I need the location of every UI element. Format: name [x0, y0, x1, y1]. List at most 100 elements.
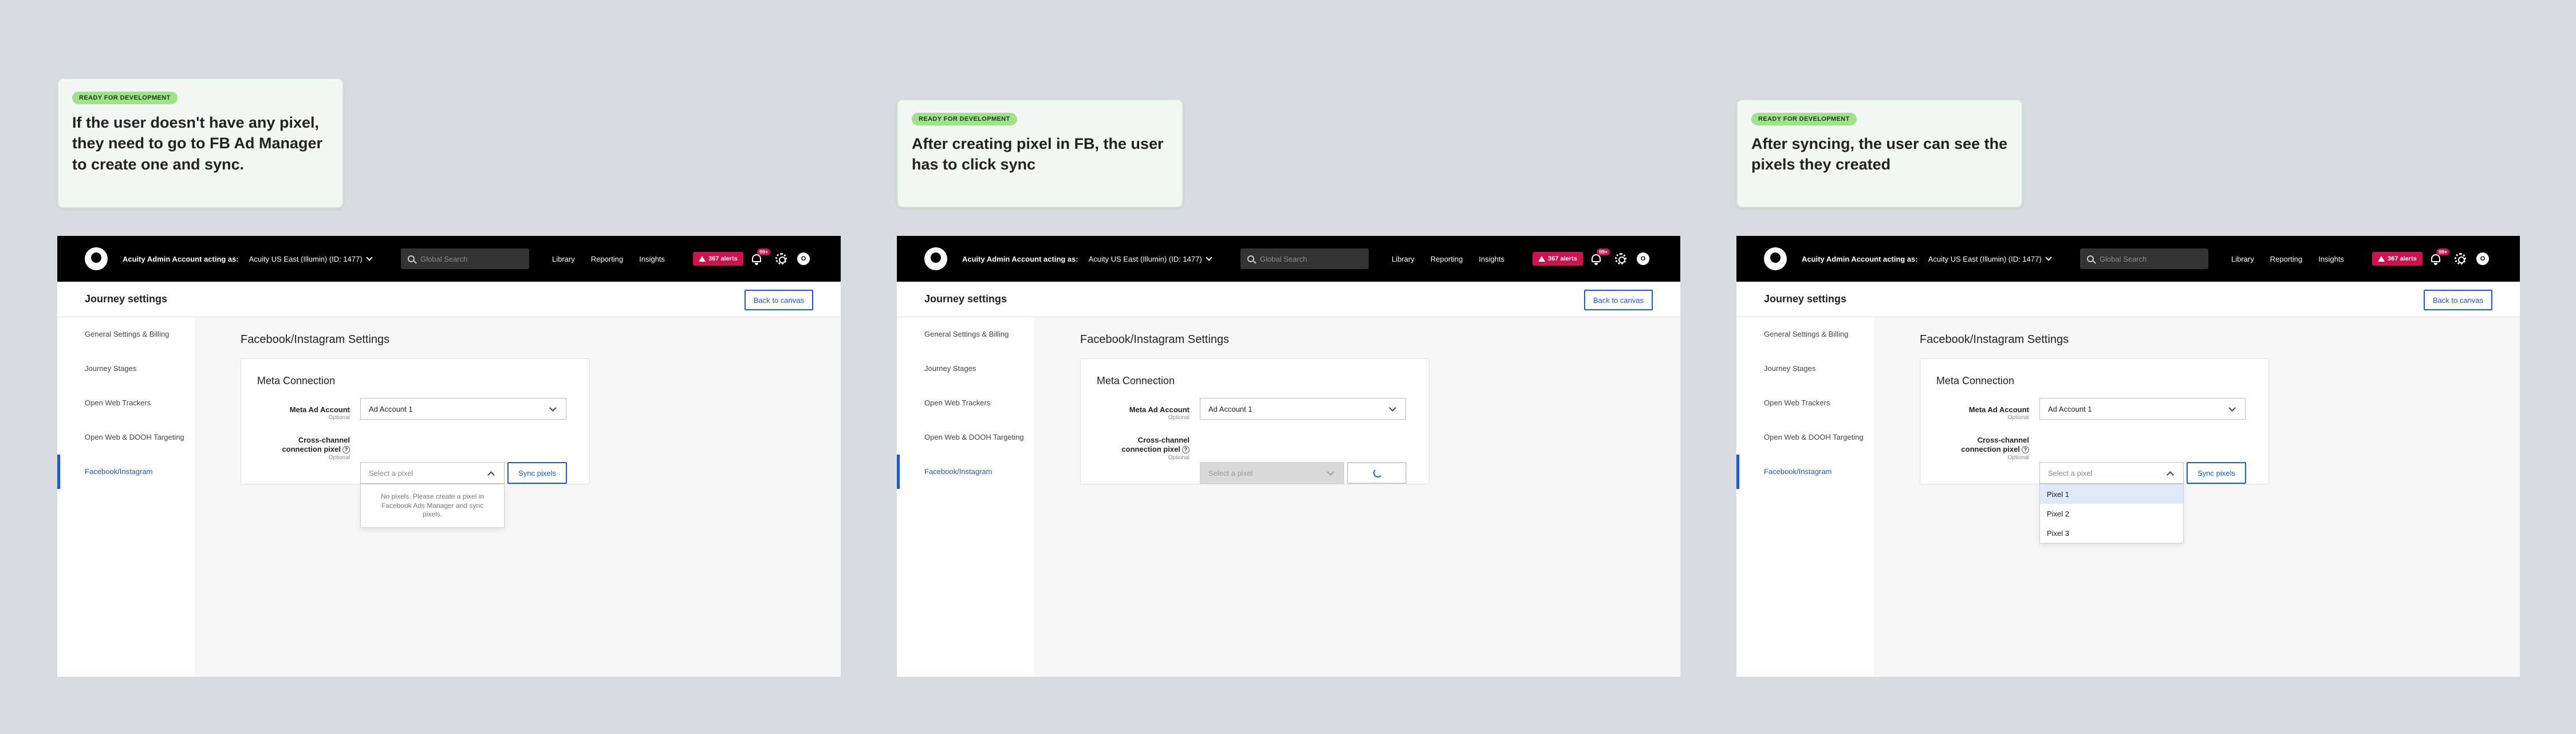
global-search-input[interactable] — [420, 254, 518, 263]
pixel-label-line1: Cross-channel — [1977, 436, 2029, 444]
annotation-note-3: READY FOR DEVELOPMENT After syncing, the… — [1736, 99, 2023, 208]
brand-logo-icon[interactable] — [1764, 247, 1787, 270]
global-search[interactable] — [1240, 248, 1369, 269]
meta-ad-account-value: Ad Account 1 — [2048, 404, 2092, 413]
notifications-button[interactable]: 99+ — [2429, 248, 2450, 266]
meta-ad-account-select[interactable]: Ad Account 1 — [2039, 398, 2246, 420]
avatar[interactable]: O — [797, 252, 810, 265]
sync-pixels-button-loading[interactable] — [1347, 462, 1407, 484]
bell-icon — [2431, 254, 2440, 262]
notifications-button[interactable]: 99+ — [1590, 248, 1610, 266]
section-title: Facebook/Instagram Settings — [1080, 333, 1230, 346]
app-frame-loading: Acuity Admin Account acting as: Acuity U… — [897, 236, 1680, 677]
nav-insights[interactable]: Insights — [1479, 255, 1504, 263]
pixel-option[interactable]: Pixel 1 — [2040, 484, 2183, 504]
pixel-label-line1: Cross-channel — [298, 436, 350, 444]
app-frame-list: Acuity Admin Account acting as: Acuity U… — [1736, 236, 2520, 677]
section-title: Facebook/Instagram Settings — [1920, 333, 2069, 346]
sidebar-item-facebook-instagram[interactable]: Facebook/Instagram — [897, 455, 1034, 489]
meta-ad-account-label-text: Meta Ad Account — [1129, 405, 1189, 414]
gear-icon[interactable] — [1615, 253, 1626, 265]
main-nav: Library Reporting Insights — [2231, 236, 2344, 282]
nav-reporting[interactable]: Reporting — [2270, 255, 2302, 263]
chevron-down-icon — [1206, 254, 1212, 261]
help-icon[interactable]: ? — [2022, 446, 2029, 454]
pixel-select[interactable]: Select a pixel — [2039, 462, 2184, 484]
note-text: After creating pixel in FB, the user has… — [912, 135, 1164, 173]
sidebar-item-open-web-dooh[interactable]: Open Web & DOOH Targeting — [1736, 420, 1874, 455]
meta-ad-account-select[interactable]: Ad Account 1 — [1200, 398, 1406, 420]
page-title: Journey settings — [924, 293, 1007, 305]
bell-clapper — [755, 263, 758, 265]
gear-icon[interactable] — [775, 253, 787, 265]
alerts-label: 367 alerts — [1548, 255, 1577, 262]
pixel-option[interactable]: Pixel 3 — [2040, 523, 2183, 543]
pixel-option[interactable]: Pixel 2 — [2040, 504, 2183, 523]
nav-insights[interactable]: Insights — [2318, 255, 2344, 263]
bell-clapper — [1594, 263, 1598, 265]
meta-ad-account-select[interactable]: Ad Account 1 — [360, 398, 566, 420]
account-switcher[interactable]: Acuity US East (Illumin) (ID: 1477) — [1928, 254, 2052, 263]
back-to-canvas-button[interactable]: Back to canvas — [744, 290, 813, 310]
nav-library[interactable]: Library — [552, 255, 575, 263]
back-to-canvas-button[interactable]: Back to canvas — [2423, 290, 2492, 310]
help-icon[interactable]: ? — [342, 446, 350, 454]
brand-logo-icon[interactable] — [924, 247, 947, 270]
global-search[interactable] — [401, 248, 529, 269]
pixel-select-chevron-icon — [1327, 468, 1334, 476]
pixel-label-line2: connection pixel — [1961, 445, 2020, 454]
acting-as-label: Acuity Admin Account acting as: — [962, 254, 1078, 263]
sync-pixels-button[interactable]: Sync pixels — [2187, 462, 2246, 484]
sidebar-item-journey-stages[interactable]: Journey Stages — [57, 352, 195, 386]
chevron-down-icon — [1389, 404, 1396, 412]
alerts-badge[interactable]: 367 alerts — [2372, 252, 2423, 266]
global-search-input[interactable] — [1260, 254, 1357, 263]
chevron-up-icon — [487, 471, 495, 479]
global-search-input[interactable] — [2100, 254, 2197, 263]
avatar[interactable]: O — [2476, 252, 2489, 265]
sidebar-item-facebook-instagram[interactable]: Facebook/Instagram — [1736, 455, 1874, 489]
nav-library[interactable]: Library — [1392, 255, 1415, 263]
sidebar-item-general-settings[interactable]: General Settings & Billing — [1736, 317, 1874, 352]
top-navbar: Acuity Admin Account acting as: Acuity U… — [1736, 236, 2520, 282]
sidebar-item-journey-stages[interactable]: Journey Stages — [1736, 352, 1874, 386]
back-to-canvas-button[interactable]: Back to canvas — [1584, 290, 1653, 310]
help-icon[interactable]: ? — [1182, 446, 1189, 454]
sync-pixels-button[interactable]: Sync pixels — [507, 462, 567, 484]
global-search[interactable] — [2080, 248, 2208, 269]
pixel-label-line1: Cross-channel — [1137, 436, 1189, 444]
alerts-badge[interactable]: 367 alerts — [693, 252, 743, 266]
sidebar-item-general-settings[interactable]: General Settings & Billing — [57, 317, 195, 352]
pixel-select-placeholder: Select a pixel — [2048, 468, 2093, 478]
acting-as-label: Acuity Admin Account acting as: — [123, 254, 239, 263]
account-switcher[interactable]: Acuity US East (Illumin) (ID: 1477) — [249, 254, 373, 263]
pixel-select[interactable]: Select a pixel — [1200, 462, 1344, 484]
meta-ad-account-label-text: Meta Ad Account — [1968, 405, 2029, 414]
avatar[interactable]: O — [1637, 252, 1649, 265]
nav-library[interactable]: Library — [2231, 255, 2254, 263]
sidebar-item-facebook-instagram[interactable]: Facebook/Instagram — [57, 455, 195, 489]
pixel-select-placeholder: Select a pixel — [1208, 468, 1253, 478]
sidebar-item-open-web-trackers[interactable]: Open Web Trackers — [1736, 386, 1874, 420]
status-badge: READY FOR DEVELOPMENT — [912, 113, 1017, 125]
sidebar-item-open-web-dooh[interactable]: Open Web & DOOH Targeting — [897, 420, 1034, 455]
brand-logo-icon[interactable] — [85, 247, 108, 270]
page-title: Journey settings — [85, 293, 168, 305]
nav-insights[interactable]: Insights — [639, 255, 665, 263]
alerts-badge[interactable]: 367 alerts — [1533, 252, 1583, 266]
account-switcher[interactable]: Acuity US East (Illumin) (ID: 1477) — [1089, 254, 1212, 263]
notifications-button[interactable]: 99+ — [750, 248, 771, 266]
nav-reporting[interactable]: Reporting — [591, 255, 623, 263]
bell-icon — [752, 254, 761, 262]
sidebar-item-open-web-dooh[interactable]: Open Web & DOOH Targeting — [57, 420, 195, 455]
sidebar-item-journey-stages[interactable]: Journey Stages — [897, 352, 1034, 386]
sidebar-item-open-web-trackers[interactable]: Open Web Trackers — [897, 386, 1034, 420]
sidebar-item-open-web-trackers[interactable]: Open Web Trackers — [57, 386, 195, 420]
note-text: If the user doesn't have any pixel, they… — [72, 114, 323, 173]
nav-reporting[interactable]: Reporting — [1431, 255, 1463, 263]
main-content: Facebook/Instagram Settings Meta Connect… — [1080, 333, 1429, 484]
account-switcher-value: Acuity US East (Illumin) (ID: 1477) — [249, 254, 363, 263]
pixel-select[interactable]: Select a pixel — [360, 462, 505, 484]
sidebar-item-general-settings[interactable]: General Settings & Billing — [897, 317, 1034, 352]
gear-icon[interactable] — [2455, 253, 2466, 265]
